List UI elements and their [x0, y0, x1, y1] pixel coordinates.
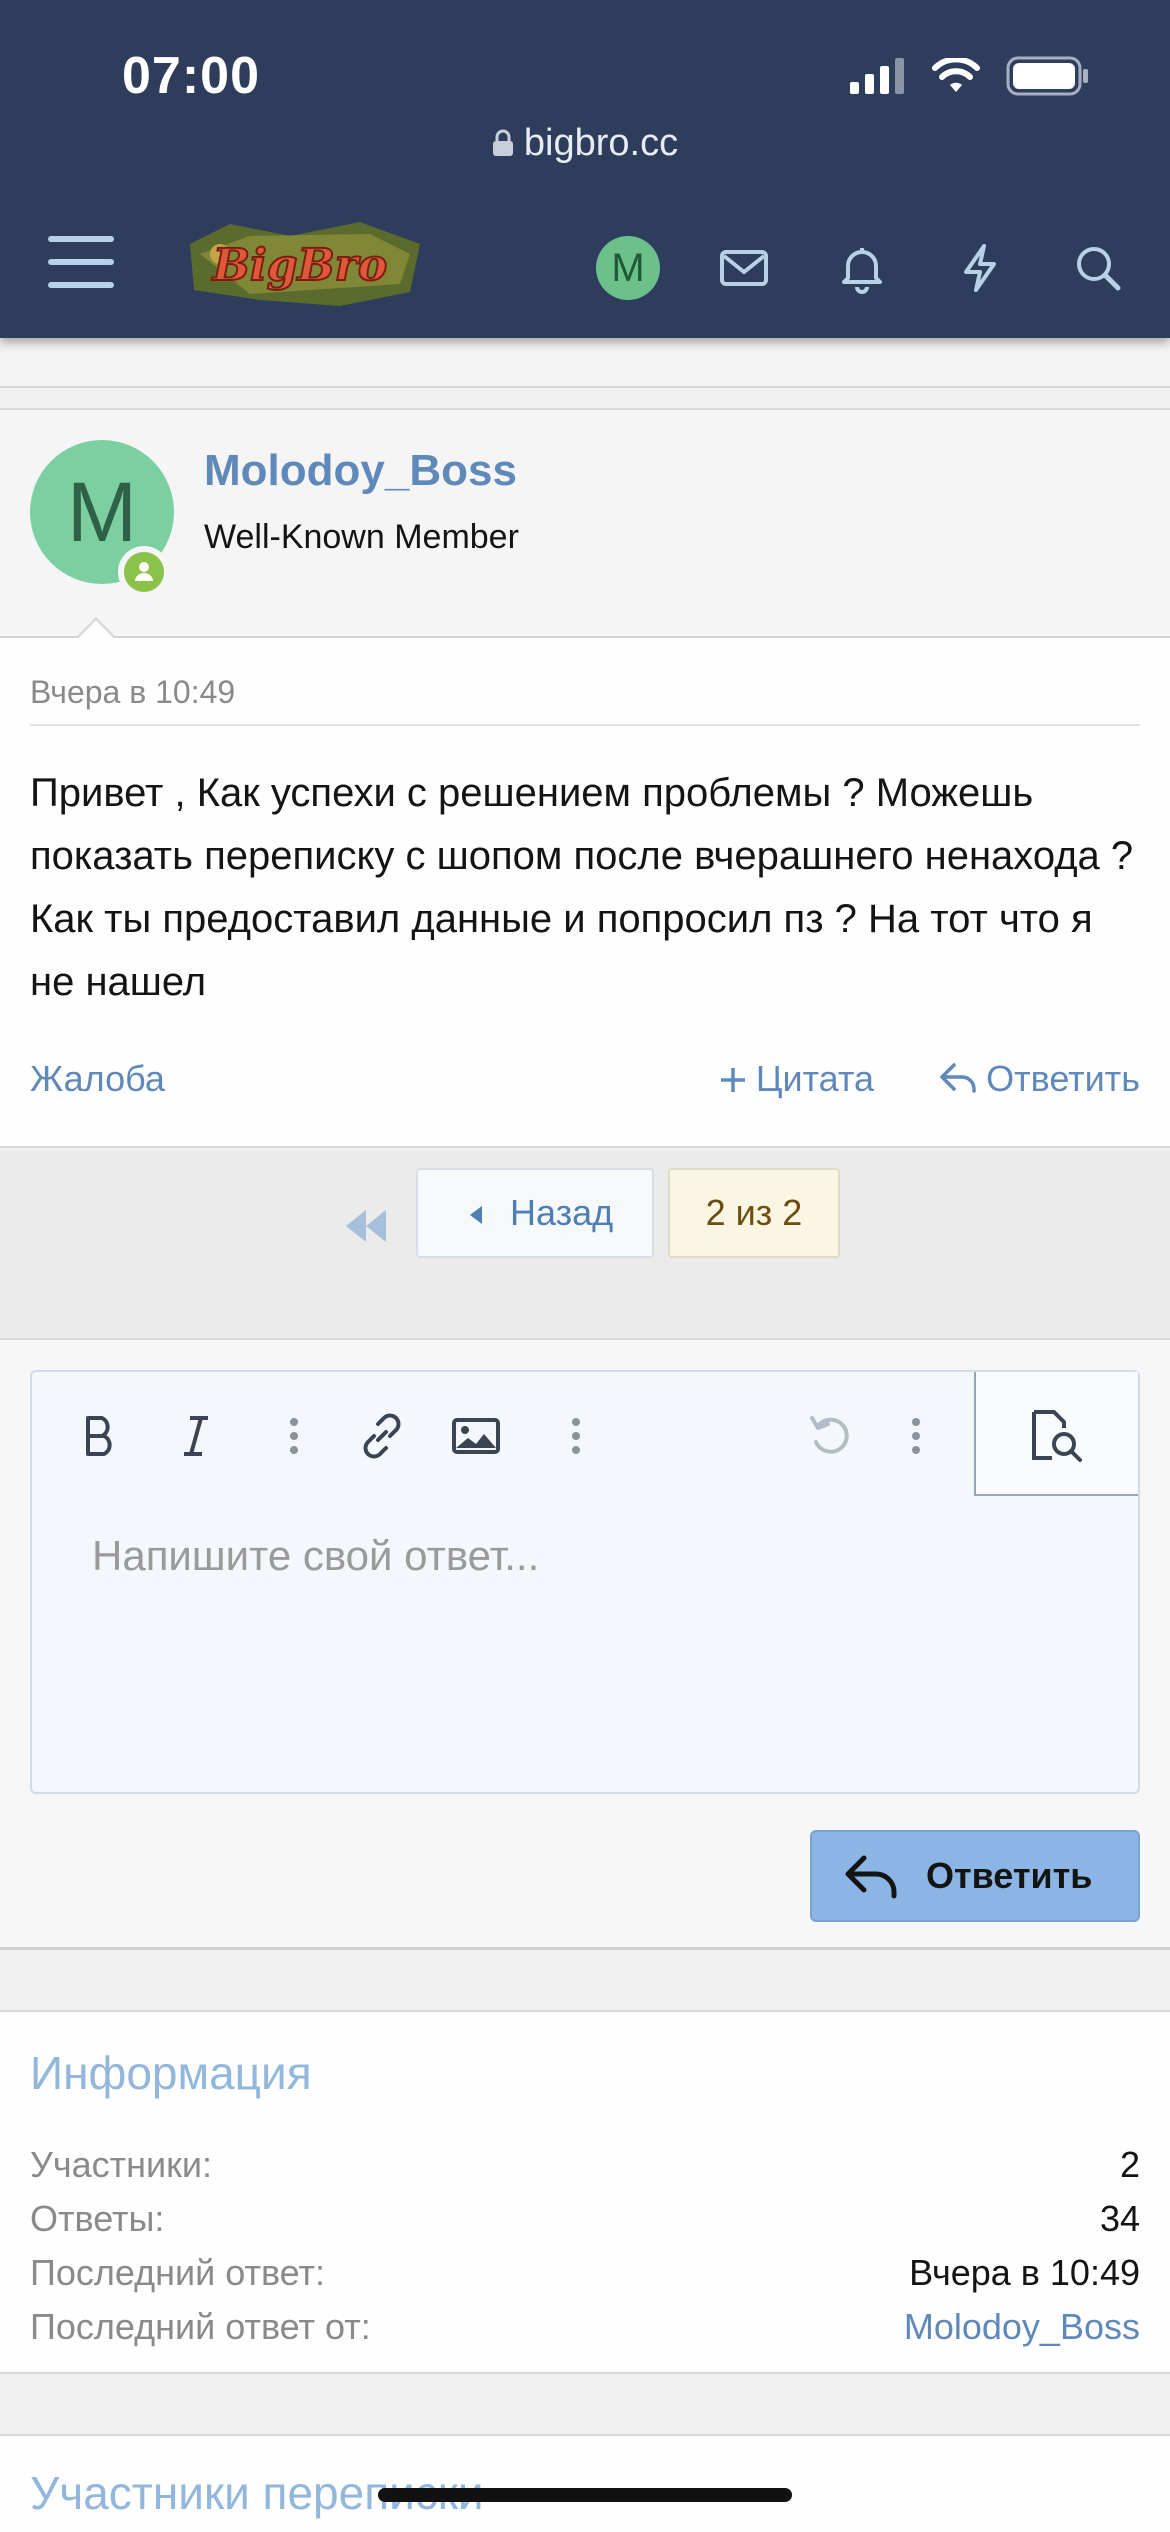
reply-label: Ответить	[986, 1058, 1140, 1099]
info-title: Информация	[30, 2047, 312, 2099]
user-avatar[interactable]: M	[596, 236, 660, 300]
lightning-icon[interactable]	[952, 240, 1008, 296]
image-icon[interactable]	[448, 1408, 504, 1464]
reply-editor[interactable]: Напишите свой ответ...	[30, 1370, 1140, 1794]
post-date[interactable]: Вчера в 10:49	[30, 674, 235, 711]
site-logo[interactable]: BigBro	[170, 214, 430, 314]
italic-icon[interactable]	[168, 1408, 224, 1464]
menu-icon[interactable]	[48, 236, 114, 292]
submit-reply-label: Ответить	[926, 1855, 1093, 1896]
info-label: Ответы:	[30, 2198, 165, 2239]
preview-icon	[1032, 1410, 1082, 1462]
quote-label: Цитата	[755, 1058, 874, 1099]
first-page-icon[interactable]	[336, 1196, 396, 1256]
post-message: Привет , Как успехи с решением проблемы …	[30, 771, 1134, 1004]
author-title: Well-Known Member	[204, 518, 519, 556]
post-actions: Жалоба Цитата Ответить	[30, 1058, 1140, 1108]
last-poster-link[interactable]: Molodoy_Boss	[904, 2306, 1140, 2348]
bold-icon[interactable]	[72, 1408, 128, 1464]
logo-text: BigBro	[211, 240, 387, 291]
nav-bar: BigBro M	[0, 214, 1170, 314]
reply-link[interactable]: Ответить	[938, 1058, 1140, 1100]
caret-left-icon	[470, 1206, 482, 1224]
mail-icon[interactable]	[716, 240, 772, 296]
submit-reply-button[interactable]: Ответить	[810, 1830, 1140, 1922]
prev-page-label: Назад	[510, 1192, 614, 1233]
status-time: 07:00	[122, 47, 260, 105]
undo-more-icon[interactable]	[888, 1408, 944, 1464]
wifi-icon	[932, 58, 980, 92]
online-status-icon	[118, 546, 170, 598]
info-label: Последний ответ от:	[30, 2306, 371, 2347]
reply-icon	[845, 1855, 897, 1899]
info-list: Участники: 2 Ответы: 34 Последний ответ:…	[30, 2144, 1140, 2360]
prev-page-button[interactable]: Назад	[416, 1168, 654, 1258]
author-username[interactable]: Molodoy_Boss	[204, 446, 517, 496]
participants-panel: Участники переписки	[0, 2434, 1170, 2532]
content-top-strip	[0, 338, 1170, 388]
pagination: Назад 2 из 2	[0, 1150, 1170, 1338]
home-indicator	[378, 2488, 792, 2502]
info-value: 34	[1099, 2198, 1140, 2239]
post-content: Вчера в 10:49 Привет , Как успехи с реше…	[0, 638, 1170, 1148]
preview-button[interactable]	[974, 1372, 1138, 1496]
info-row: Ответы: 34	[30, 2198, 1140, 2252]
info-row: Последний ответ от: Molodoy_Boss	[30, 2306, 1140, 2360]
reply-icon	[940, 1063, 976, 1093]
more-options-icon[interactable]	[266, 1408, 322, 1464]
info-value: Вчера в 10:49	[909, 2252, 1140, 2293]
url-bar[interactable]: bigbro.cc	[0, 122, 1170, 165]
signal-icon	[850, 58, 904, 94]
info-value: 2	[1119, 2144, 1140, 2185]
reply-textarea[interactable]: Напишите свой ответ...	[92, 1532, 539, 1580]
current-page[interactable]: 2 из 2	[668, 1168, 840, 1258]
info-label: Участники:	[30, 2144, 212, 2185]
url-text: bigbro.cc	[523, 122, 679, 164]
info-label: Последний ответ:	[30, 2252, 325, 2293]
bell-icon[interactable]	[834, 240, 890, 296]
plus-icon	[720, 1068, 745, 1092]
report-link[interactable]: Жалоба	[30, 1058, 165, 1100]
insert-more-icon[interactable]	[548, 1408, 604, 1464]
info-row: Участники: 2	[30, 2144, 1140, 2198]
divider	[30, 724, 1140, 726]
quote-link[interactable]: Цитата	[718, 1058, 874, 1100]
link-icon[interactable]	[354, 1408, 410, 1464]
undo-icon[interactable]	[802, 1408, 858, 1464]
reply-form: Напишите свой ответ... Ответить	[0, 1338, 1170, 1950]
status-icons	[850, 56, 1090, 96]
editor-toolbar	[32, 1372, 1138, 1496]
search-icon[interactable]	[1070, 240, 1126, 296]
post-author-panel: M Molodoy_Boss Well-Known Member	[0, 408, 1170, 663]
lock-icon	[492, 129, 513, 156]
site-header: 07:00 bigbro.cc BigBro M	[0, 0, 1170, 338]
battery-icon	[1006, 56, 1088, 96]
thread-info-panel: Информация Участники: 2 Ответы: 34 После…	[0, 2010, 1170, 2374]
info-row: Последний ответ: Вчера в 10:49	[30, 2252, 1140, 2306]
